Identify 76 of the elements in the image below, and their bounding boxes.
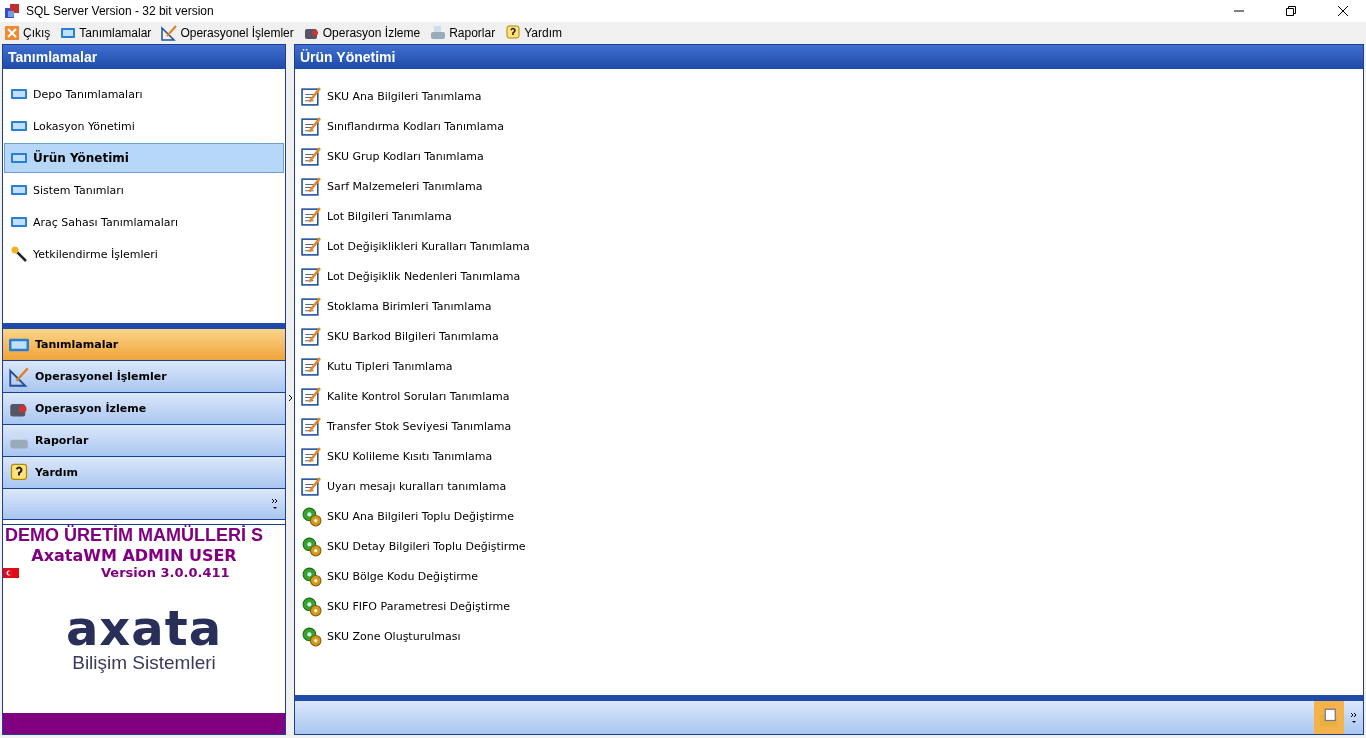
function-item[interactable]: SKU Detay Bilgileri Toplu Değiştirme: [295, 531, 1363, 561]
panel-header: Tanımlamalar: [3, 45, 285, 69]
gears-icon: [301, 565, 322, 587]
company-name: DEMO ÜRETİM MAMÜLLERİ S: [4, 525, 264, 546]
edit-form-icon: [301, 385, 322, 407]
edit-form-icon: [301, 355, 322, 377]
menu-item[interactable]: Raporlar: [430, 25, 496, 41]
close-icon[interactable]: [1338, 6, 1348, 16]
function-item[interactable]: SKU Kolileme Kısıtı Tanımlama: [295, 441, 1363, 471]
more-options-icon[interactable]: [1350, 711, 1358, 724]
panel-header: Ürün Yönetimi: [295, 45, 1363, 69]
menu-item[interactable]: Çıkış: [4, 25, 51, 41]
function-item[interactable]: Kalite Kontrol Soruları Tanımlama: [295, 381, 1363, 411]
restore-icon[interactable]: [1286, 6, 1296, 16]
function-item[interactable]: SKU FIFO Parametresi Değiştirme: [295, 591, 1363, 621]
gears-icon: [301, 625, 322, 647]
sidebar-item[interactable]: Yetkilendirme İşlemleri: [4, 239, 284, 269]
user-name: AxataWM ADMIN USER: [30, 546, 238, 565]
navigation-group-button[interactable]: Raporlar: [3, 425, 285, 457]
navigation-group-button[interactable]: Tanımlamalar: [3, 329, 285, 361]
function-item[interactable]: Uyarı mesajı kuralları tanımlama: [295, 471, 1363, 501]
edit-form-icon: [301, 415, 322, 437]
app-icon: [4, 3, 20, 19]
menu-item[interactable]: Operasyon İzleme: [303, 25, 421, 41]
function-item[interactable]: SKU Zone Oluşturulması: [295, 621, 1363, 651]
function-item[interactable]: Transfer Stok Seviyesi Tanımlama: [295, 411, 1363, 441]
function-item[interactable]: Lot Değişiklik Nedenleri Tanımlama: [295, 261, 1363, 291]
window-title: SQL Server Version - 32 bit version: [26, 4, 214, 18]
function-item[interactable]: Lot Değişiklikleri Kuralları Tanımlama: [295, 231, 1363, 261]
function-item[interactable]: SKU Barkod Bilgileri Tanımlama: [295, 321, 1363, 351]
menu-item[interactable]: Yardım: [505, 25, 562, 41]
expand-icon[interactable]: [287, 393, 293, 402]
edit-form-icon: [301, 445, 322, 467]
edit-form-icon: [301, 235, 322, 257]
navigation-group-button[interactable]: Yardım: [3, 457, 285, 489]
function-item[interactable]: Sarf Malzemeleri Tanımlama: [295, 171, 1363, 201]
edit-form-icon: [301, 145, 322, 167]
sidebar-item[interactable]: Depo Tanımlamaları: [4, 79, 284, 109]
help-icon: [505, 25, 522, 41]
function-item[interactable]: SKU Ana Bilgileri Tanımlama: [295, 81, 1363, 111]
edit-form-icon: [301, 475, 322, 497]
help-icon: [9, 462, 29, 483]
menu-item[interactable]: Operasyonel İşlemler: [161, 25, 294, 41]
logo-subtitle: Bilişim Sistemleri: [71, 652, 217, 674]
edit-form-icon: [301, 265, 322, 287]
open-document-button[interactable]: [1314, 701, 1344, 734]
function-item[interactable]: Sınıflandırma Kodları Tanımlama: [295, 111, 1363, 141]
ruler-pencil-icon: [161, 25, 178, 41]
function-item[interactable]: SKU Grup Kodları Tanımlama: [295, 141, 1363, 171]
function-item[interactable]: SKU Ana Bilgileri Toplu Değiştirme: [295, 501, 1363, 531]
gears-icon: [301, 535, 322, 557]
edit-form-icon: [301, 175, 322, 197]
edit-form-icon: [301, 295, 322, 317]
sidebar-item[interactable]: Sistem Tanımları: [4, 175, 284, 205]
logo-text: axata: [64, 604, 224, 652]
sidebar-item[interactable]: Ürün Yönetimi: [4, 143, 284, 173]
version-label: Version 3.0.0.411: [101, 565, 230, 580]
sidebar-item[interactable]: Araç Sahası Tanımlamaları: [4, 207, 284, 237]
function-item[interactable]: SKU Bölge Kodu Değiştirme: [295, 561, 1363, 591]
function-item[interactable]: Stoklama Birimleri Tanımlama: [295, 291, 1363, 321]
edit-form-icon: [301, 325, 322, 347]
menu-item[interactable]: Tanımlamalar: [60, 25, 152, 41]
more-options-icon[interactable]: [271, 498, 279, 510]
magic-wand-icon: [11, 246, 27, 262]
edit-form-icon: [301, 115, 322, 137]
gears-icon: [301, 595, 322, 617]
function-item[interactable]: Lot Bilgileri Tanımlama: [295, 201, 1363, 231]
ruler-pencil-icon: [9, 366, 29, 387]
gears-icon: [301, 505, 322, 527]
edit-form-icon: [301, 205, 322, 227]
navigation-group-button[interactable]: Operasyonel İşlemler: [3, 361, 285, 393]
sidebar-item[interactable]: Lokasyon Yönetimi: [4, 111, 284, 141]
navigation-group-button[interactable]: Operasyon İzleme: [3, 393, 285, 425]
exit-icon: [4, 25, 20, 41]
function-item[interactable]: Kutu Tipleri Tanımlama: [295, 351, 1363, 381]
edit-form-icon: [301, 85, 322, 107]
